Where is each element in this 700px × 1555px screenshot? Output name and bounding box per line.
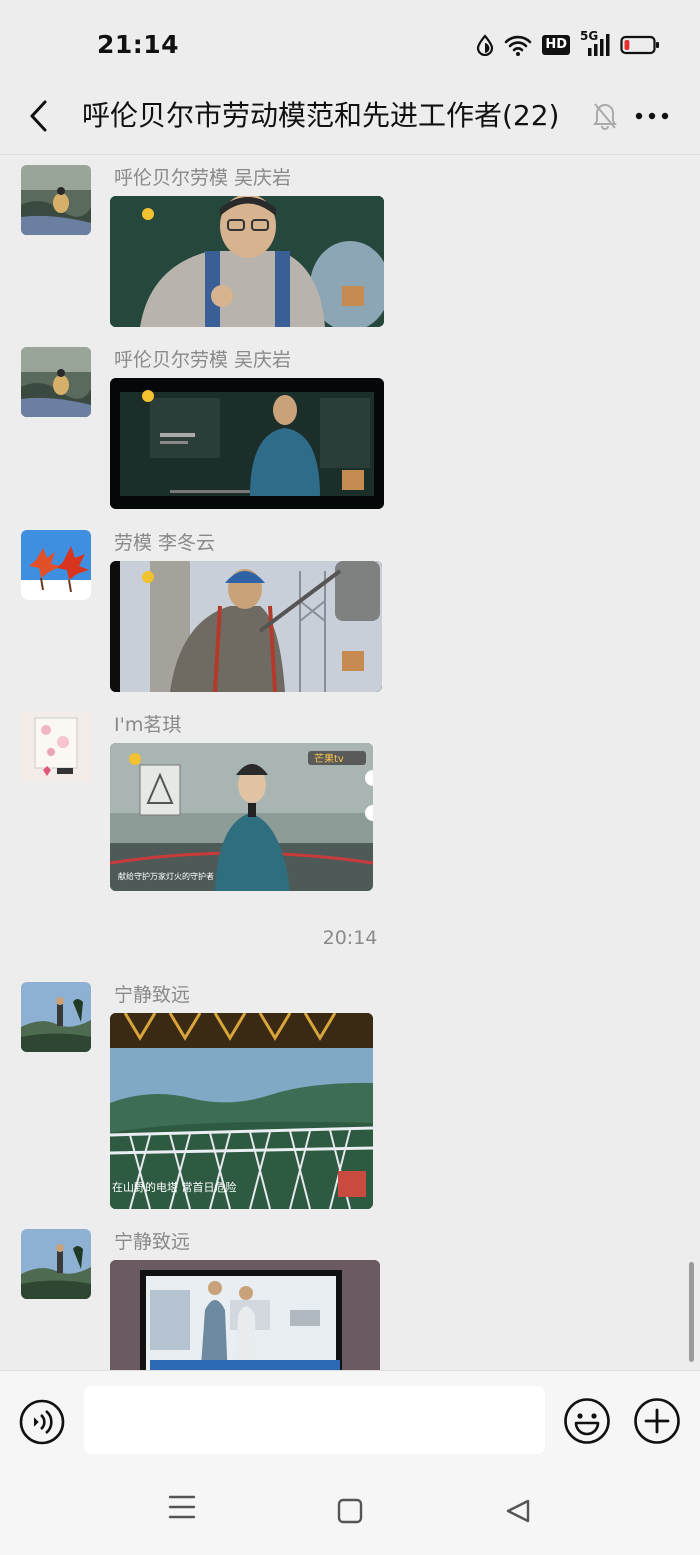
sender-name: 宁静致远 (114, 984, 191, 1006)
video-thumbnail[interactable]: 芒果tv 献给守护万家灯火的守护者 (110, 743, 373, 891)
sender-avatar[interactable] (21, 165, 91, 235)
menu-lines-icon[interactable] (168, 1495, 196, 1523)
status-icons: HD 5G (476, 29, 660, 60)
message-input[interactable] (84, 1386, 545, 1454)
sender-avatar[interactable] (21, 712, 91, 782)
video-thumbnail[interactable] (110, 378, 384, 509)
chat-header: 呼伦贝尔市劳动模范和先进工作者(22) (0, 88, 700, 155)
sender-name: 呼伦贝尔劳模 吴庆岩 (114, 349, 292, 371)
sender-name: 劳模 李冬云 (114, 532, 216, 554)
status-time: 21:14 (97, 30, 180, 59)
sender-avatar[interactable] (21, 530, 91, 600)
voice-icon (19, 1399, 65, 1445)
video-thumbnail[interactable] (110, 1260, 380, 1370)
emoji-icon (564, 1398, 610, 1444)
more-button[interactable] (630, 94, 674, 138)
sender-avatar[interactable] (21, 347, 91, 417)
wifi-icon (504, 34, 532, 56)
video-thumbnail[interactable] (110, 561, 382, 692)
video-thumbnail[interactable] (110, 196, 384, 327)
bell-off-icon (592, 100, 618, 134)
back-button[interactable] (18, 94, 58, 138)
video-thumbnail[interactable]: 在山野的电塔 常首日危险 (110, 1013, 373, 1209)
chat-title: 呼伦贝尔市劳动模范和先进工作者(22) (82, 99, 560, 132)
input-bar (0, 1370, 700, 1466)
hd-icon: HD (542, 35, 570, 55)
status-bar: 21:14 HD 5G (0, 0, 700, 90)
more-dots-icon (635, 112, 669, 120)
system-navigation-bar (0, 1465, 700, 1555)
plus-circle-icon (634, 1398, 680, 1444)
emoji-button[interactable] (563, 1397, 611, 1449)
channel-badge: 芒果tv (314, 752, 344, 765)
sender-name: 宁静致远 (114, 1231, 191, 1253)
scrollbar[interactable] (689, 1262, 694, 1362)
plus-button[interactable] (633, 1397, 681, 1449)
signal-5g-icon: 5G (580, 29, 610, 58)
sender-avatar[interactable] (21, 982, 91, 1052)
video-caption: 在山野的电塔 常首日危险 (112, 1180, 237, 1194)
chevron-left-icon (30, 100, 47, 132)
time-divider-text: 20:14 (322, 927, 378, 949)
home-square-icon[interactable] (337, 1498, 363, 1528)
sender-name: I'm茗琪 (114, 714, 182, 736)
time-divider: 20:14 (0, 927, 700, 949)
sender-avatar[interactable] (21, 1229, 91, 1299)
data-saver-icon (476, 34, 494, 56)
battery-icon (620, 34, 660, 56)
video-caption: 献给守护万家灯火的守护者 (118, 871, 214, 881)
voice-button[interactable] (19, 1399, 65, 1449)
message-list[interactable]: 呼伦贝尔劳模 吴庆岩 呼伦贝尔劳模 吴庆岩 劳模 李冬云 I'm茗琪 芒果tv … (0, 155, 700, 1370)
back-triangle-icon[interactable] (505, 1498, 531, 1528)
sender-name: 呼伦贝尔劳模 吴庆岩 (114, 167, 292, 189)
